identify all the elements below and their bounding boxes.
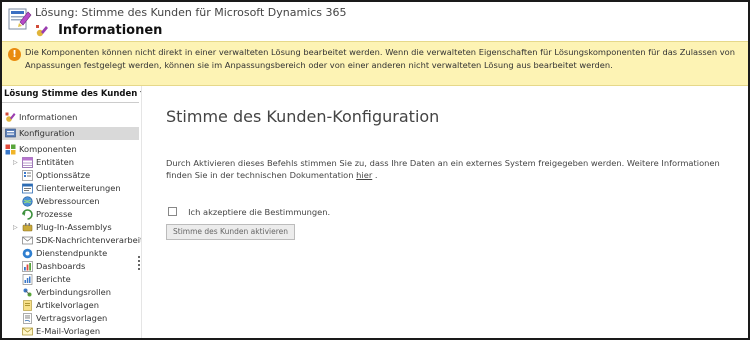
web-resources-icon bbox=[22, 196, 33, 207]
sidebar-item-label: Prozesse bbox=[36, 209, 73, 219]
sidebar-item-webressourcen[interactable]: Webressourcen bbox=[2, 195, 139, 208]
sidebar-item-label: Entitäten bbox=[36, 157, 75, 167]
solution-name: Lösung: Stimme des Kunden für Microsoft … bbox=[35, 6, 347, 19]
sidebar-item-label: Informationen bbox=[19, 112, 78, 122]
optionsets-icon bbox=[22, 170, 33, 181]
sidebar-item-clienterweiterungen[interactable]: Clienterweiterungen bbox=[2, 182, 139, 195]
sidebar-item-label: Dienstendpunkte bbox=[36, 248, 108, 258]
activate-voice-of-customer-button[interactable]: Stimme des Kunden aktivieren bbox=[166, 224, 296, 240]
description-text-part: Durch Aktivieren dieses Befehls stimmen … bbox=[166, 158, 720, 180]
sidebar-divider bbox=[2, 102, 139, 103]
entities-icon bbox=[22, 157, 33, 168]
accept-terms-row: Ich akzeptiere die Bestimmungen. bbox=[168, 201, 330, 217]
solution-app-icon bbox=[8, 8, 32, 30]
expand-arrow-icon[interactable]: ▷ bbox=[13, 156, 18, 169]
sidebar-item-label: Verbindungsrollen bbox=[36, 287, 112, 297]
reports-icon bbox=[22, 274, 33, 285]
sidebar-item-berichte[interactable]: Berichte bbox=[2, 273, 139, 286]
sidebar-item-komponenten[interactable]: Komponenten bbox=[2, 143, 139, 156]
sidebar-item-label: Clienterweiterungen bbox=[36, 183, 121, 193]
info-icon bbox=[5, 112, 16, 122]
plugin-assemblies-icon bbox=[22, 223, 33, 232]
description-text-end: . bbox=[372, 170, 378, 180]
sidebar-item-label: Dashboards bbox=[36, 261, 86, 271]
sidebar-item-label: Plug-In-Assemblys bbox=[36, 222, 112, 232]
sdk-message-icon bbox=[22, 236, 33, 245]
sidebar-item-prozesse[interactable]: Prozesse bbox=[2, 208, 139, 221]
sidebar-item-verbindungsrollen[interactable]: Verbindungsrollen bbox=[2, 286, 139, 299]
sidebar-item-vertragsvorlagen[interactable]: Vertragsvorlagen bbox=[2, 312, 139, 325]
window-frame: Lösung: Stimme des Kunden für Microsoft … bbox=[0, 0, 750, 340]
sidebar-item-e-mail-vorlagen[interactable]: E-Mail-Vorlagen bbox=[2, 325, 139, 338]
sidebar-item-konfiguration[interactable]: Konfiguration bbox=[2, 127, 139, 140]
solution-sidebar: Lösung Stimme des Kunden für ... Informa… bbox=[2, 86, 167, 338]
description-text: Durch Aktivieren dieses Befehls stimmen … bbox=[166, 157, 736, 181]
sidebar-item-sdk-nachrichten[interactable]: SDK-Nachrichtenverarbeit... bbox=[2, 234, 151, 247]
header: Lösung: Stimme des Kunden für Microsoft … bbox=[2, 2, 748, 40]
contract-templates-icon bbox=[23, 313, 32, 324]
sidebar-item-entitaeten[interactable]: ▷ Entitäten bbox=[2, 156, 139, 169]
article-templates-icon bbox=[23, 300, 32, 311]
sidebar-item-plug-in-assemblys[interactable]: ▷ Plug-In-Assemblys bbox=[2, 221, 139, 234]
sidebar-item-label: Vertragsvorlagen bbox=[36, 313, 108, 323]
client-extensions-icon bbox=[22, 183, 33, 194]
components-icon bbox=[5, 144, 16, 155]
service-endpoints-icon bbox=[22, 248, 33, 259]
sidebar-item-label: Berichte bbox=[36, 274, 71, 284]
managed-solution-warning: ! Die Komponenten können nicht direkt in… bbox=[2, 41, 748, 86]
warning-icon: ! bbox=[8, 48, 21, 61]
sidebar-item-label: SDK-Nachrichtenverarbeit... bbox=[36, 235, 152, 245]
information-icon bbox=[36, 24, 48, 36]
sidebar-item-label: Artikelvorlagen bbox=[36, 300, 99, 310]
main-content: Stimme des Kunden-Konfiguration Durch Ak… bbox=[141, 86, 748, 338]
sidebar-item-artikelvorlagen[interactable]: Artikelvorlagen bbox=[2, 299, 139, 312]
page-heading: Informationen bbox=[58, 23, 163, 38]
sidebar-item-dienstendpunkte[interactable]: Dienstendpunkte bbox=[2, 247, 139, 260]
warning-text: Die Komponenten können nicht direkt in e… bbox=[25, 47, 735, 70]
title-row: Informationen bbox=[35, 20, 163, 38]
sidebar-item-optionssaetze[interactable]: Optionssätze bbox=[2, 169, 139, 182]
sidebar-item-label: Konfiguration bbox=[19, 128, 75, 138]
sidebar-item-informationen[interactable]: Informationen bbox=[2, 111, 139, 124]
email-templates-icon bbox=[22, 327, 33, 336]
documentation-link[interactable]: hier bbox=[356, 170, 372, 180]
expand-arrow-icon[interactable]: ▷ bbox=[13, 221, 18, 234]
connection-roles-icon bbox=[23, 288, 32, 297]
page-title: Stimme des Kunden-Konfiguration bbox=[166, 107, 440, 126]
sidebar-item-dashboards[interactable]: Dashboards bbox=[2, 260, 139, 273]
sidebar-item-label: E-Mail-Vorlagen bbox=[36, 326, 101, 336]
sidebar-item-label: Komponenten bbox=[19, 144, 77, 154]
config-icon bbox=[5, 128, 16, 138]
sidebar-item-label: Webressourcen bbox=[36, 196, 100, 206]
processes-icon bbox=[22, 209, 33, 220]
accept-terms-checkbox[interactable] bbox=[168, 207, 177, 216]
dashboards-icon bbox=[22, 261, 33, 272]
accept-terms-label[interactable]: Ich akzeptiere die Bestimmungen. bbox=[188, 207, 330, 217]
sidebar-item-label: Optionssätze bbox=[36, 170, 91, 180]
